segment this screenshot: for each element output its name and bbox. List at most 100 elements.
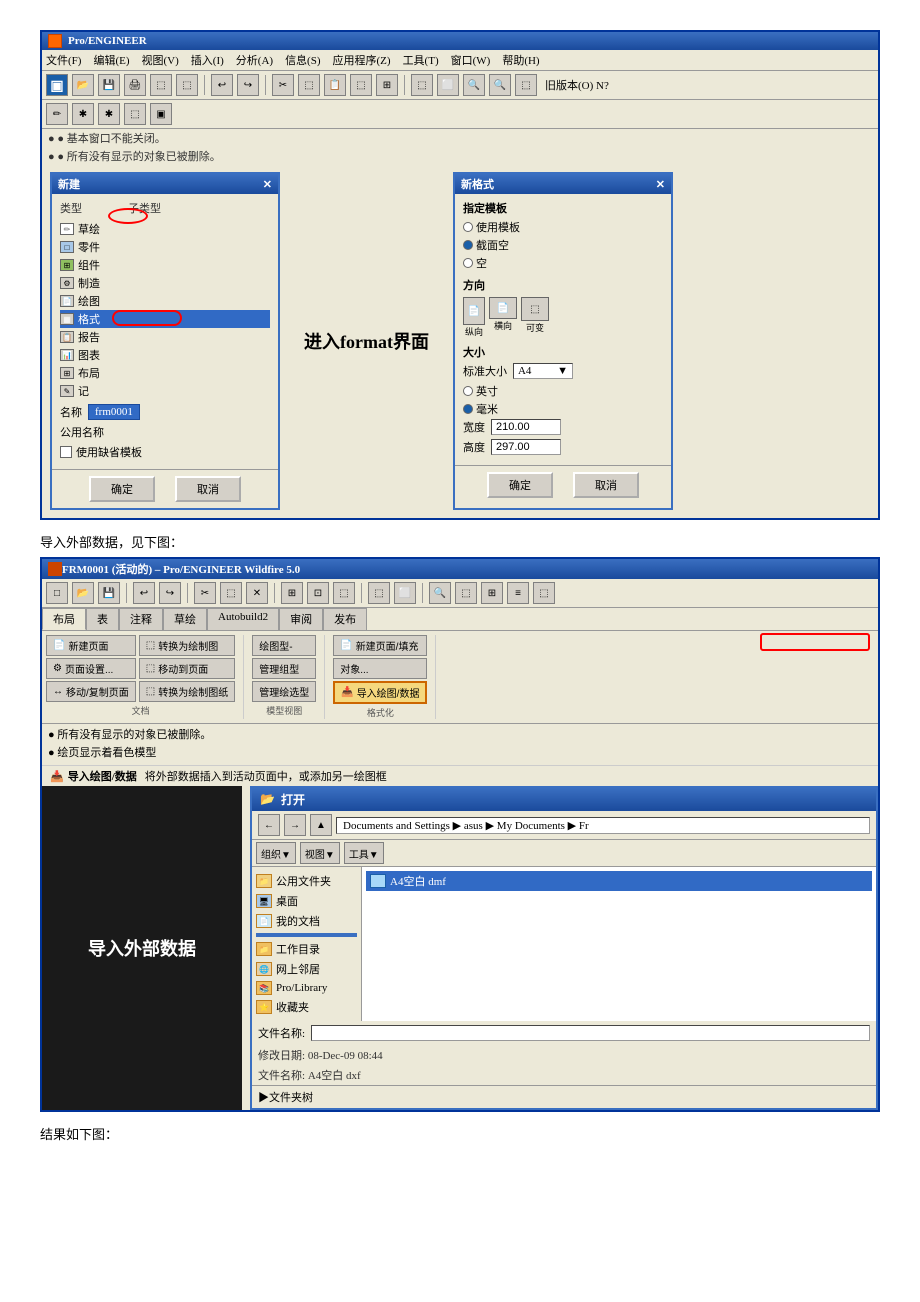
tb-btn-10[interactable]: 🔍 — [463, 74, 485, 96]
copy-button[interactable]: ⬚ — [298, 74, 320, 96]
print-button[interactable]: 🖨 — [124, 74, 146, 96]
empty-radio[interactable] — [463, 240, 473, 250]
tb-btn-9[interactable]: ⬜ — [437, 74, 459, 96]
nav-pro-library[interactable]: 📚 Pro/Library — [256, 979, 357, 997]
menu-insert[interactable]: 插入(I) — [191, 52, 224, 68]
new-format-cancel[interactable]: 取消 — [573, 472, 639, 498]
menu-view[interactable]: 视图(V) — [142, 52, 179, 68]
prm-tb-11[interactable]: 🔍 — [429, 582, 451, 604]
prm-tb-9[interactable]: ⬚ — [368, 582, 390, 604]
tree-item-part[interactable]: □ 零件 — [60, 238, 270, 256]
move-copy-btn[interactable]: ↔ 移动/复制页面 — [46, 681, 136, 702]
tree-item-note[interactable]: ✎ 记 — [60, 382, 270, 400]
nav-public-folders[interactable]: 📁 公用文件夹 — [256, 871, 357, 891]
variable-icon-item[interactable]: ⬚ 可变 — [521, 297, 549, 338]
prm-tb-cut[interactable]: ✂ — [194, 582, 216, 604]
filename-input[interactable] — [311, 1025, 870, 1041]
tab-autobuild[interactable]: Autobuild2 — [207, 608, 279, 630]
file-forward-btn[interactable]: → — [284, 814, 306, 836]
tb-btn-5[interactable]: ⬚ — [176, 74, 198, 96]
landscape-icon-item[interactable]: 📄 横向 — [489, 297, 517, 338]
prm-tb-copy[interactable]: ⬚ — [220, 582, 242, 604]
cut-button[interactable]: ✂ — [272, 74, 294, 96]
tree-item-layout[interactable]: ⊞ 布局 — [60, 364, 270, 382]
undo-button[interactable]: ↩ — [211, 74, 233, 96]
prm-tb-undo[interactable]: ↩ — [133, 582, 155, 604]
menu-tools[interactable]: 工具(T) — [403, 52, 439, 68]
tab-layout[interactable]: 布局 — [42, 608, 86, 630]
nav-my-docs[interactable]: 📄 我的文档 — [256, 911, 357, 931]
new-format-ok[interactable]: 确定 — [487, 472, 553, 498]
file-item-a4[interactable]: A4空白 dmf — [366, 871, 872, 891]
height-input[interactable] — [491, 439, 561, 455]
prm-tb-7[interactable]: ⊡ — [307, 582, 329, 604]
menu-info[interactable]: 信息(S) — [285, 52, 320, 68]
organize-btn[interactable]: 组织▼ — [256, 842, 296, 864]
prm-tb-new[interactable]: □ — [46, 582, 68, 604]
prm-tb-13[interactable]: ⊞ — [481, 582, 503, 604]
tree-item-chart[interactable]: 📊 图表 — [60, 346, 270, 364]
empty-opt-1[interactable]: 截面空 — [463, 237, 663, 253]
tb2-btn-1[interactable]: ✏ — [46, 103, 68, 125]
prm-tb-10[interactable]: ⬜ — [394, 582, 416, 604]
mm-radio[interactable] — [463, 404, 473, 414]
page-settings-btn[interactable]: ⚙ 页面设置... — [46, 658, 136, 679]
tb-btn-6[interactable]: ⬚ — [350, 74, 372, 96]
tb2-btn-2[interactable]: ✱ — [72, 103, 94, 125]
file-up-btn[interactable]: ▲ — [310, 814, 332, 836]
manage-type-btn[interactable]: 管理组型 — [252, 658, 316, 679]
tb-btn-8[interactable]: ⬚ — [411, 74, 433, 96]
tree-item-sketch[interactable]: ✏ 草绘 — [60, 220, 270, 238]
new-button[interactable]: ▣ — [46, 74, 68, 96]
tb-btn-12[interactable]: ⬚ — [515, 74, 537, 96]
tb2-btn-5[interactable]: ▣ — [150, 103, 172, 125]
move-to-page-btn[interactable]: ⬚ 移动到页面 — [139, 658, 235, 679]
tb-btn-4[interactable]: ⬚ — [150, 74, 172, 96]
inch-opt[interactable]: 英寸 — [463, 383, 663, 399]
empty-opt-2[interactable]: 空 — [463, 255, 663, 271]
use-template-radio[interactable] — [463, 222, 473, 232]
convert-drawing2-btn[interactable]: ⬚ 转换为绘制图纸 — [139, 681, 235, 702]
tab-sketch[interactable]: 草绘 — [163, 608, 207, 630]
tab-table[interactable]: 表 — [86, 608, 119, 630]
tb-btn-11[interactable]: 🔍 — [489, 74, 511, 96]
prm-tb-6[interactable]: ⊞ — [281, 582, 303, 604]
save-button[interactable]: 💾 — [98, 74, 120, 96]
manage-select-btn[interactable]: 管理绘选型 — [252, 681, 316, 702]
convert-drawing-btn[interactable]: ⬚ 转换为绘制图 — [139, 635, 235, 656]
menu-help[interactable]: 帮助(H) — [502, 52, 539, 68]
tree-item-report[interactable]: 📋 报告 — [60, 328, 270, 346]
file-back-btn[interactable]: ← — [258, 814, 280, 836]
std-size-dropdown[interactable]: A4 ▼ — [513, 363, 573, 379]
prm-tb-12[interactable]: ⬚ — [455, 582, 477, 604]
menu-app[interactable]: 应用程序(Z) — [333, 52, 391, 68]
redo-button[interactable]: ↪ — [237, 74, 259, 96]
view-btn[interactable]: 视图▼ — [300, 842, 340, 864]
menu-analysis[interactable]: 分析(A) — [236, 52, 273, 68]
tb2-btn-3[interactable]: ✱ — [98, 103, 120, 125]
new-dialog-cancel[interactable]: 取消 — [175, 476, 241, 502]
empty2-radio[interactable] — [463, 258, 473, 268]
template-checkbox[interactable] — [60, 446, 72, 458]
inch-radio[interactable] — [463, 386, 473, 396]
prm-tb-open[interactable]: 📂 — [72, 582, 94, 604]
tree-item-assembly[interactable]: ⊞ 组件 — [60, 256, 270, 274]
tree-item-mfg[interactable]: ⚙ 制造 — [60, 274, 270, 292]
nav-favorites[interactable]: ⭐ 收藏夹 — [256, 997, 357, 1017]
tools-btn[interactable]: 工具▼ — [344, 842, 384, 864]
portrait-icon-item[interactable]: 📄 纵向 — [463, 297, 485, 338]
paste-button[interactable]: 📋 — [324, 74, 346, 96]
tree-item-drawing[interactable]: 📄 绘图 — [60, 292, 270, 310]
nav-workdir[interactable]: 📁 工作目录 — [256, 939, 357, 959]
prm-tb-14[interactable]: ≡ — [507, 582, 529, 604]
menu-window[interactable]: 窗口(W) — [451, 52, 491, 68]
tb2-btn-4[interactable]: ⬚ — [124, 103, 146, 125]
nav-desktop[interactable]: 🖥 桌面 — [256, 891, 357, 911]
name-value[interactable]: frm0001 — [88, 404, 140, 420]
new-dialog-ok[interactable]: 确定 — [89, 476, 155, 502]
prm-tb-save[interactable]: 💾 — [98, 582, 120, 604]
new-page-btn[interactable]: 📄 新建页面 — [46, 635, 136, 656]
width-input[interactable] — [491, 419, 561, 435]
use-template-opt[interactable]: 使用模板 — [463, 219, 663, 235]
prm-tb-8[interactable]: ⬚ — [333, 582, 355, 604]
